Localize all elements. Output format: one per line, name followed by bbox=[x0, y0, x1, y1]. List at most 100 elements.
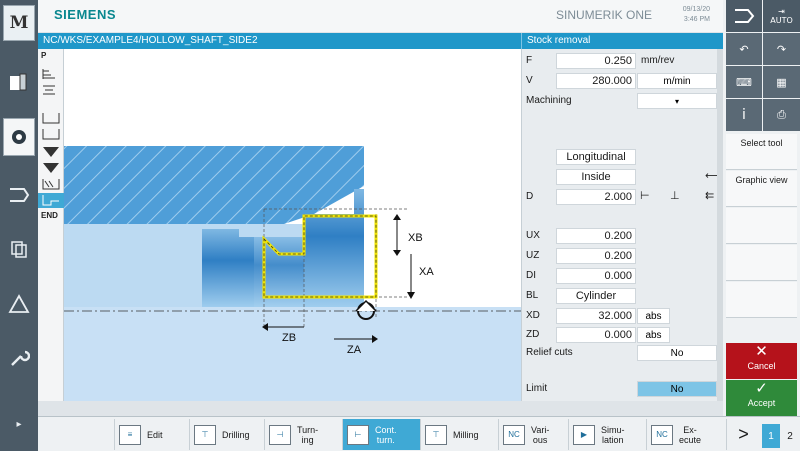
program-path: NC/WKS/EXAMPLE4/HOLLOW_SHAFT_SIDE2 bbox=[38, 33, 521, 49]
contour-turning-button[interactable]: ⊢ Cont. turn. bbox=[342, 419, 420, 450]
diagnostics-icon[interactable] bbox=[3, 285, 35, 323]
select-tool-button[interactable]: Select tool bbox=[726, 134, 797, 170]
program-header-block[interactable]: P bbox=[38, 51, 64, 66]
program-manager-arrow-icon[interactable] bbox=[726, 0, 762, 32]
ux-input[interactable]: 0.200 bbox=[556, 228, 636, 244]
machining-select[interactable]: ▾ bbox=[637, 93, 717, 109]
cancel-label: Cancel bbox=[747, 361, 776, 371]
milling-button[interactable]: ⊤ Milling bbox=[420, 419, 498, 450]
execute-label: Ex- ecute bbox=[679, 424, 702, 445]
block-contour2-icon[interactable] bbox=[38, 127, 64, 142]
softkey-pager: 1 2 bbox=[760, 420, 800, 450]
di-label: DI bbox=[526, 270, 536, 281]
program-end-block[interactable]: END bbox=[38, 211, 64, 226]
copy-icon[interactable] bbox=[3, 230, 35, 268]
block-thread-icon[interactable] bbox=[38, 67, 64, 82]
redo-icon[interactable]: ↷ bbox=[763, 33, 800, 65]
accept-button[interactable]: ✓ Accept bbox=[726, 380, 797, 416]
product-name: SINUMERIK ONE bbox=[556, 8, 653, 22]
time: 3:46 PM bbox=[683, 16, 710, 23]
zd-label: ZD bbox=[526, 329, 540, 340]
siemens-logo: SIEMENS bbox=[54, 7, 117, 22]
camera-icon[interactable]: ⎙ bbox=[763, 99, 800, 131]
label-za: ZA bbox=[347, 344, 362, 356]
cycle-graphic: XB XA ZB ZA bbox=[64, 49, 521, 401]
d-input[interactable]: 2.000 bbox=[556, 189, 636, 205]
bl-select[interactable]: Cylinder bbox=[556, 288, 636, 304]
graphic-view-button[interactable]: Graphic view bbox=[726, 171, 797, 207]
empty-softkey-3[interactable] bbox=[726, 208, 797, 244]
xd-unit-select[interactable]: abs bbox=[637, 308, 670, 324]
cycle-title: Stock removal bbox=[521, 33, 723, 49]
infeed-mode-icon: ⊥ bbox=[670, 189, 680, 202]
date-time: 09/13/20 3:46 PM bbox=[664, 5, 710, 25]
page-1-button[interactable]: 1 bbox=[762, 424, 780, 448]
various-button[interactable]: NC Vari- ous bbox=[498, 419, 568, 450]
info-icon[interactable]: i bbox=[726, 99, 762, 131]
zd-input[interactable]: 0.000 bbox=[556, 327, 636, 343]
bl-label: BL bbox=[526, 290, 539, 301]
block-thread2-icon[interactable] bbox=[38, 83, 64, 98]
edit-button[interactable]: ≡ Edit bbox=[114, 419, 189, 450]
milling-label: Milling bbox=[453, 429, 479, 440]
direction-select[interactable]: Longitudinal bbox=[556, 149, 636, 165]
block-stock-icon[interactable] bbox=[38, 177, 64, 192]
cancel-button[interactable]: ✕ Cancel bbox=[726, 343, 797, 379]
infeed-dir-icon: ⇇ bbox=[705, 189, 715, 202]
position-select[interactable]: Inside bbox=[556, 169, 636, 185]
setup-wrench-icon[interactable] bbox=[3, 340, 35, 378]
simulation-button[interactable]: ▶ Simu- lation bbox=[568, 419, 646, 450]
machine-label: M bbox=[9, 13, 29, 33]
cancel-x-icon: ✕ bbox=[755, 343, 768, 360]
f-input[interactable]: 0.250 bbox=[556, 53, 636, 69]
uz-label: UZ bbox=[526, 250, 540, 261]
next-softkeys-button[interactable]: > bbox=[726, 419, 760, 450]
execute-button[interactable]: NC Ex- ecute bbox=[646, 419, 724, 450]
relief-select[interactable]: No bbox=[637, 345, 717, 361]
relief-label: Relief cuts bbox=[526, 347, 573, 358]
calculator-icon[interactable]: ▦ bbox=[763, 66, 800, 98]
program-manager-icon[interactable] bbox=[3, 176, 35, 214]
drilling-icon: ⊤ bbox=[194, 424, 216, 445]
contour-turning-icon: ⊢ bbox=[347, 424, 369, 445]
turning-button[interactable]: ⊣ Turn- ing bbox=[264, 419, 342, 450]
xd-input[interactable]: 32.000 bbox=[556, 308, 636, 324]
turning-icon: ⊣ bbox=[269, 424, 291, 445]
drilling-button[interactable]: ⊤ Drilling bbox=[189, 419, 264, 450]
contour-turning-label: Cont. turn. bbox=[375, 424, 397, 445]
limit-select[interactable]: No bbox=[637, 381, 717, 397]
machine-button[interactable]: M bbox=[3, 5, 35, 41]
v-unit-select[interactable]: m/min bbox=[637, 73, 717, 89]
bottom-softkeys: ≡ Edit ⊤ Drilling ⊣ Turn- ing ⊢ Cont. tu… bbox=[38, 416, 800, 451]
stock-removal-diagram: XB XA ZB ZA bbox=[64, 146, 521, 401]
auto-mode-button[interactable]: ⇥ AUTO bbox=[763, 0, 800, 32]
program-block-list: P END bbox=[38, 49, 64, 401]
accept-check-icon: ✓ bbox=[755, 380, 768, 397]
various-nc-icon: NC bbox=[503, 424, 525, 445]
edit-icon: ≡ bbox=[119, 424, 141, 445]
program-icon[interactable] bbox=[3, 118, 35, 156]
auto-arrow-icon: ⇥ bbox=[778, 7, 785, 16]
zd-unit-select[interactable]: abs bbox=[637, 327, 670, 343]
keyboard-icon[interactable]: ⌨ bbox=[726, 66, 762, 98]
app-window: M ▸ SIEMENS SINUMERIK ONE 09/13/20 3:46 … bbox=[0, 0, 800, 451]
parameter-icon[interactable] bbox=[3, 64, 35, 102]
header: SIEMENS SINUMERIK ONE 09/13/20 3:46 PM bbox=[38, 0, 723, 32]
empty-softkey-4[interactable] bbox=[726, 245, 797, 281]
block-groove-icon[interactable] bbox=[38, 145, 64, 160]
block-groove2-icon[interactable] bbox=[38, 161, 64, 176]
block-contour-icon[interactable] bbox=[38, 111, 64, 126]
simulation-label: Simu- lation bbox=[601, 424, 625, 445]
block-stock-removal-selected[interactable] bbox=[38, 193, 64, 208]
undo-icon[interactable]: ↶ bbox=[726, 33, 762, 65]
xd-label: XD bbox=[526, 310, 540, 321]
f-unit: mm/rev bbox=[641, 55, 675, 66]
v-input[interactable]: 280.000 bbox=[556, 73, 636, 89]
empty-softkey-5[interactable] bbox=[726, 282, 797, 318]
di-input[interactable]: 0.000 bbox=[556, 268, 636, 284]
page-2-button[interactable]: 2 bbox=[781, 424, 799, 448]
label-zb: ZB bbox=[282, 332, 296, 344]
expand-arrow-icon[interactable]: ▸ bbox=[3, 405, 35, 443]
label-xa: XA bbox=[419, 266, 434, 278]
uz-input[interactable]: 0.200 bbox=[556, 248, 636, 264]
